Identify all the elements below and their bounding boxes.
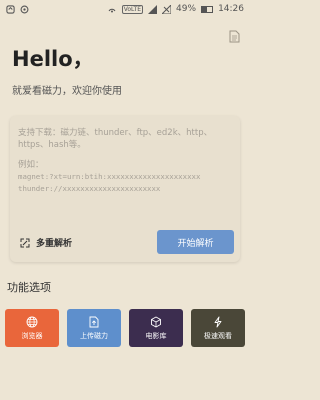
greeting-title: Hello， xyxy=(12,47,94,71)
hotspot-icon xyxy=(107,5,117,14)
example-label: 例如： xyxy=(18,160,44,170)
movie-library-button[interactable]: 电影库 xyxy=(129,309,183,347)
app-notification-icon xyxy=(6,4,15,14)
cube-icon xyxy=(151,315,161,328)
browser-label: 浏览器 xyxy=(21,331,43,340)
upload-doc-icon xyxy=(89,316,99,327)
fast-watch-button[interactable]: 极速观看 xyxy=(191,309,245,347)
expand-icon xyxy=(20,238,30,247)
upload-magnet-label: 上传磁力 xyxy=(80,331,108,340)
welcome-subtitle: 就爱看磁力，欢迎你使用 xyxy=(12,86,122,97)
globe-icon xyxy=(26,316,38,327)
signal-icon xyxy=(148,4,158,14)
input-hint-line2: https、hash等。 xyxy=(18,140,86,150)
movie-library-label: 电影库 xyxy=(145,331,167,340)
multi-parse-label: 多重解析 xyxy=(36,239,73,249)
function-buttons: 浏览器 上传磁力 电影库 极速观看 xyxy=(5,309,245,347)
clock: 14:26 xyxy=(218,4,244,14)
input-hint-line1: 支持下载：磁力链、thunder、ftp、ed2k、http、 xyxy=(18,128,213,138)
link-input-field[interactable]: 支持下载：磁力链、thunder、ftp、ed2k、http、 https、ha… xyxy=(18,127,232,195)
battery-icon xyxy=(201,5,214,13)
example-magnet: magnet:?xt=urn:btih:xxxxxxxxxxxxxxxxxxxx… xyxy=(18,172,201,181)
sync-icon xyxy=(20,5,29,14)
lightning-icon xyxy=(214,316,222,327)
volte-badge: VoLTE xyxy=(121,4,144,14)
document-icon[interactable] xyxy=(229,30,240,43)
fast-watch-label: 极速观看 xyxy=(204,331,232,340)
status-bar: VoLTE 49% 14:26 xyxy=(0,0,250,18)
battery-percent: 49% xyxy=(176,4,197,14)
multi-parse-toggle[interactable]: 多重解析 xyxy=(20,236,72,249)
link-input-card: 支持下载：磁力链、thunder、ftp、ed2k、http、 https、ha… xyxy=(10,116,240,262)
no-sim-icon xyxy=(162,4,172,14)
upload-magnet-button[interactable]: 上传磁力 xyxy=(67,309,121,347)
start-parse-button[interactable]: 开始解析 xyxy=(157,230,234,254)
functions-title: 功能选项 xyxy=(7,281,51,294)
example-thunder: thunder://xxxxxxxxxxxxxxxxxxxxxx xyxy=(18,184,161,193)
browser-button[interactable]: 浏览器 xyxy=(5,309,59,347)
